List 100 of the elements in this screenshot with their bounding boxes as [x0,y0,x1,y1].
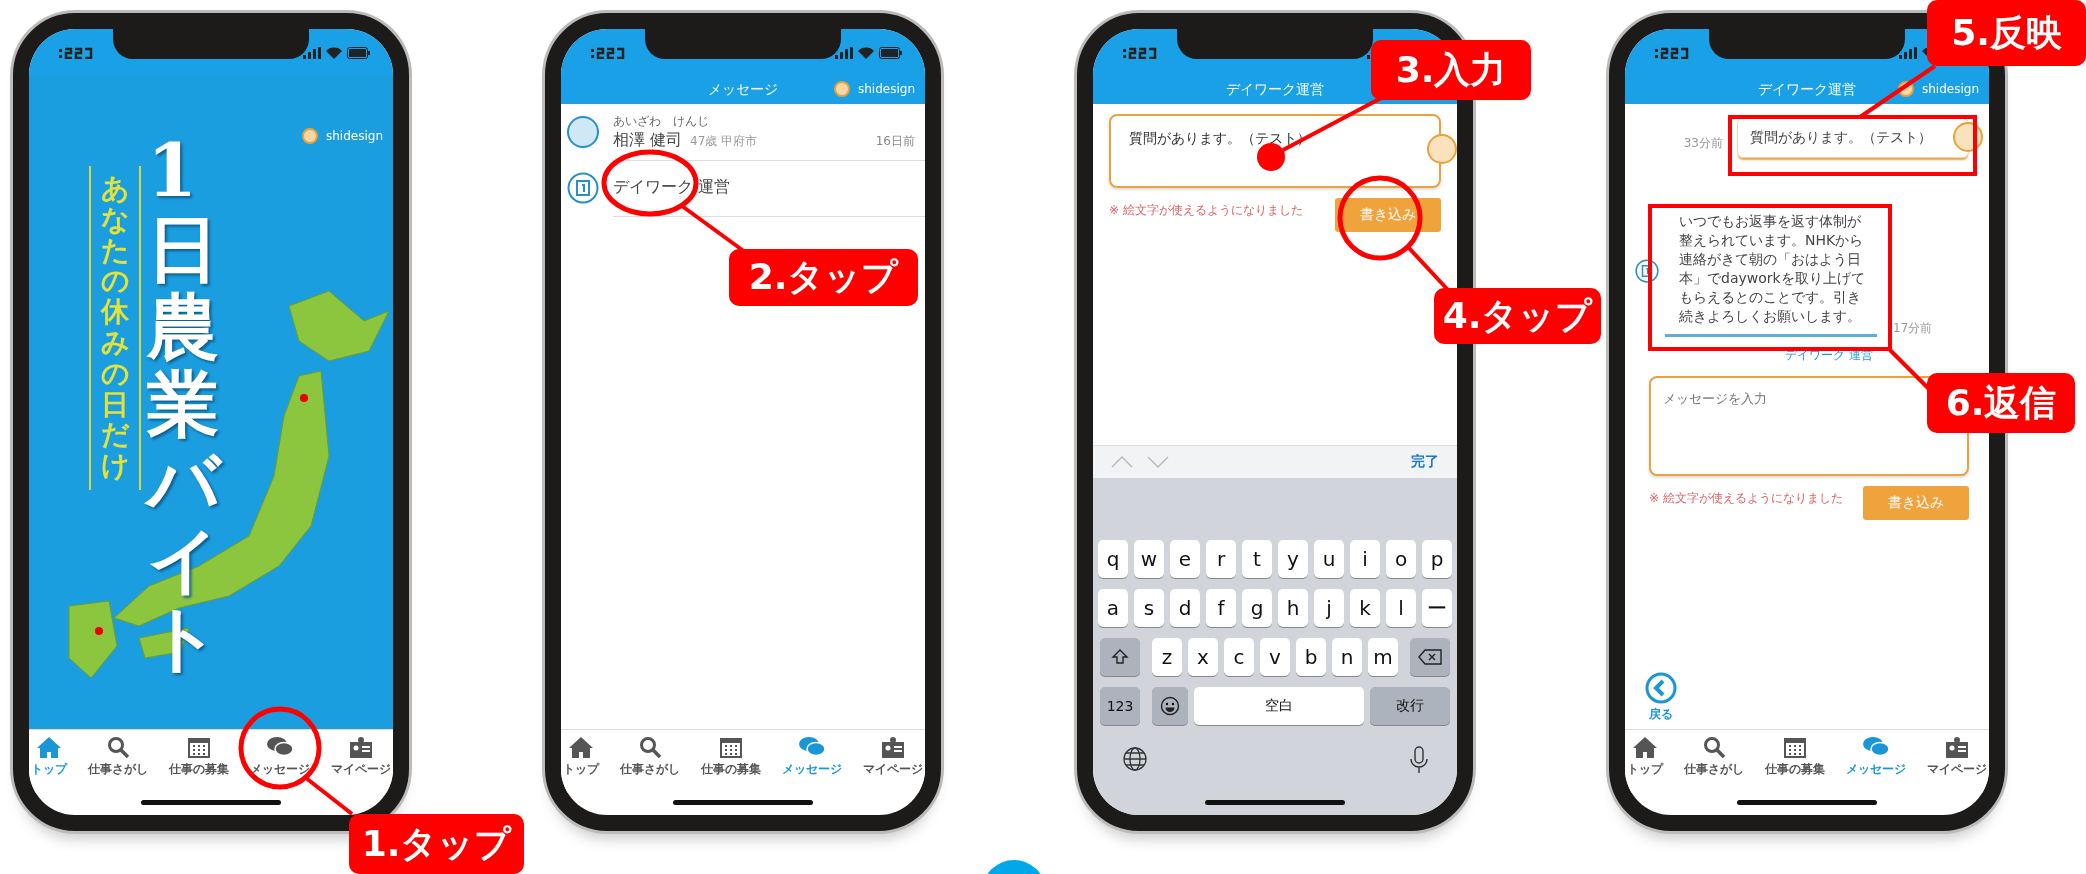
keyboard-key[interactable]: h [1278,589,1308,627]
message-bubble: 質問があります。（テスト） [1737,118,1969,158]
keyboard-key[interactable]: y [1278,540,1308,578]
keyboard-key[interactable]: t [1242,540,1272,578]
contact-name: 相澤 健司 [613,129,683,151]
step-label: 3.入力 [1371,40,1531,100]
keyboard-key[interactable]: n [1332,638,1362,676]
chat-icon [799,736,825,758]
avatar [567,116,599,148]
tab-item[interactable]: 仕事の募集 [169,736,229,778]
keyboard-key[interactable]: ー [1422,589,1452,627]
step-label: 6.返信 [1927,373,2075,433]
user-name: shidesign [326,129,383,143]
smiley-icon [1160,696,1180,716]
tap-dot [1257,143,1285,171]
done-button[interactable]: 完了 [1411,453,1439,471]
keyboard-key[interactable]: d [1170,589,1200,627]
logo-icon [1635,258,1659,283]
numbers-key[interactable]: 123 [1100,687,1140,725]
keyboard-key[interactable]: l [1386,589,1416,627]
tab-item[interactable]: 仕事さがし [88,736,148,778]
calendar-icon [720,736,742,758]
user-name: shidesign [1922,82,1979,96]
wifi-icon [858,46,874,59]
search-icon [639,736,661,758]
tab-item[interactable]: 仕事の募集 [701,736,761,778]
search-icon [107,736,129,758]
backspace-icon [1418,649,1442,665]
tab-item[interactable]: 仕事さがし [620,736,680,778]
tab-item[interactable]: マイページ [863,736,923,778]
poster-subtitle: あなたの休みの日だけ [89,166,141,490]
tab-item[interactable]: マイページ [1927,736,1987,778]
keyboard-key[interactable]: r [1206,540,1236,578]
delete-key[interactable] [1410,638,1450,676]
user-name: shidesign [858,82,915,96]
calendar-icon [188,736,210,758]
keyboard-key[interactable]: g [1242,589,1272,627]
screen-title: デイワーク運営 [1226,81,1324,99]
keyboard-key[interactable]: j [1314,589,1344,627]
step-label: 4.タップ [1434,288,1601,344]
space-key[interactable]: 空白 [1194,687,1364,725]
tab-item[interactable]: トップ [563,736,599,778]
logo-icon [567,172,599,204]
chat-icon [1863,736,1889,758]
globe-icon[interactable] [1122,746,1148,772]
timestamp: 16日前 [875,132,915,150]
status-time-drawing [1655,46,1689,59]
emoji-key[interactable] [1152,687,1188,725]
keyboard-key[interactable]: a [1098,589,1128,627]
keyboard-key[interactable]: s [1134,589,1164,627]
thread-item[interactable]: あいざわ けんじ 相澤 健司 47歳 甲府市 16日前 [561,104,925,160]
keyboard-key[interactable]: b [1296,638,1326,676]
keyboard-key[interactable]: f [1206,589,1236,627]
keyboard-key[interactable]: v [1260,638,1290,676]
step-label: 5.反映 [1927,0,2086,66]
calendar-icon [1784,736,1806,758]
keyboard-key[interactable]: c [1224,638,1254,676]
shift-icon [1111,648,1129,666]
wifi-icon [326,46,342,59]
tab-item[interactable]: 仕事さがし [1684,736,1744,778]
tab-item[interactable]: マイページ [331,736,391,778]
signal-icon [303,46,321,59]
user-avatar [1427,134,1457,164]
status-time-drawing [1123,46,1157,59]
status-time-drawing [59,46,93,59]
return-key[interactable]: 改行 [1370,687,1450,725]
signal-icon [835,46,853,59]
battery-icon [347,46,371,59]
timestamp: 17分前 [1893,320,1933,337]
contact-details: 47歳 甲府市 [690,132,758,150]
keyboard-key[interactable]: w [1134,540,1164,578]
chat-icon [267,736,293,758]
battery-icon [879,46,903,59]
keyboard-key[interactable]: u [1314,540,1344,578]
status-time-drawing [591,46,625,59]
search-icon [1703,736,1725,758]
tab-item[interactable]: トップ [1627,736,1663,778]
microphone-icon[interactable] [1410,746,1428,774]
signal-icon [1899,46,1917,59]
id-card-icon [1945,736,1969,758]
keyboard-key[interactable]: i [1350,540,1380,578]
leader-line [304,776,354,816]
id-card-icon [349,736,373,758]
keyboard-key[interactable]: o [1386,540,1416,578]
shift-key[interactable] [1100,638,1140,676]
step-label: 2.タップ [729,249,918,306]
keyboard-key[interactable]: x [1188,638,1218,676]
keyboard-key[interactable]: z [1152,638,1182,676]
name-reading: あいざわ けんじ [613,112,710,130]
keyboard-key[interactable]: p [1422,540,1452,578]
keyboard-key[interactable]: q [1098,540,1128,578]
id-card-icon [881,736,905,758]
thread-item[interactable]: デイワーク 運営 [561,160,925,216]
tab-item[interactable]: 仕事の募集 [1765,736,1825,778]
keyboard-key[interactable]: k [1350,589,1380,627]
timestamp: 33分前 [1683,135,1723,152]
keyboard-key[interactable]: m [1368,638,1398,676]
keyboard-key[interactable]: e [1170,540,1200,578]
step-label: 1.タップ [349,814,524,874]
screen-title: デイワーク運営 [1758,81,1856,99]
